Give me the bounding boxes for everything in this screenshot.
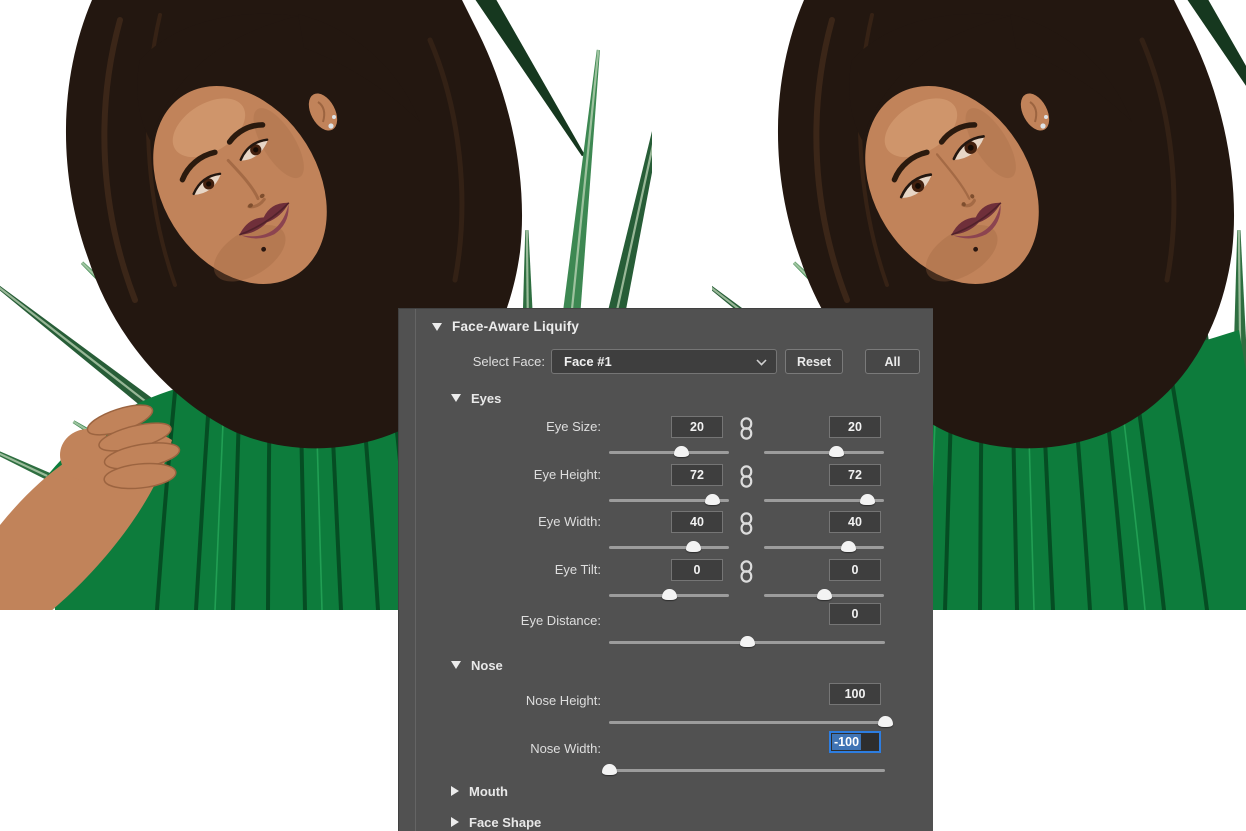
eye-width-row: Eye Width: 40 40 xyxy=(399,511,934,559)
eye-size-right-input[interactable]: 20 xyxy=(829,416,881,438)
eye-tilt-label: Eye Tilt: xyxy=(399,562,601,577)
mouth-triangle-icon xyxy=(451,786,459,796)
slider-track xyxy=(609,546,729,549)
eye-size-label: Eye Size: xyxy=(399,419,601,434)
eye-size-right-slider[interactable] xyxy=(764,446,884,458)
eye-distance-slider[interactable] xyxy=(609,636,885,648)
value-text: 0 xyxy=(852,563,859,577)
link-icon[interactable] xyxy=(740,560,753,583)
eye-distance-input[interactable]: 0 xyxy=(829,603,881,625)
slider-track xyxy=(764,546,884,549)
section-mouth[interactable]: Mouth xyxy=(451,782,508,800)
slider-track xyxy=(609,451,729,454)
slider-thumb[interactable] xyxy=(674,446,689,457)
nose-width-input[interactable]: -100 xyxy=(829,731,881,753)
value-text: 40 xyxy=(848,515,862,529)
nose-height-input[interactable]: 100 xyxy=(829,683,881,705)
slider-thumb[interactable] xyxy=(878,716,893,727)
eye-height-label: Eye Height: xyxy=(399,467,601,482)
value-text: 20 xyxy=(690,420,704,434)
eye-distance-label: Eye Distance: xyxy=(399,613,601,628)
link-icon[interactable] xyxy=(740,512,753,535)
nose-width-label: Nose Width: xyxy=(399,741,601,756)
link-icon[interactable] xyxy=(740,417,753,440)
slider-track xyxy=(764,451,884,454)
value-text: 0 xyxy=(852,607,859,621)
slider-thumb[interactable] xyxy=(705,494,720,505)
value-text: 72 xyxy=(690,468,704,482)
eye-size-row: Eye Size: 20 20 xyxy=(399,416,934,464)
eye-height-right-slider[interactable] xyxy=(764,494,884,506)
select-face-row: Select Face: Face #1 Reset All xyxy=(399,349,934,375)
eye-width-label: Eye Width: xyxy=(399,514,601,529)
slider-track xyxy=(609,721,885,724)
eye-width-right-slider[interactable] xyxy=(764,541,884,553)
face-select-dropdown[interactable]: Face #1 xyxy=(551,349,777,374)
eye-height-right-input[interactable]: 72 xyxy=(829,464,881,486)
value-text: 40 xyxy=(690,515,704,529)
collapse-triangle-icon xyxy=(432,323,442,331)
nose-width-slider[interactable] xyxy=(609,764,885,776)
value-text: 100 xyxy=(845,687,866,701)
eye-height-left-input[interactable]: 72 xyxy=(671,464,723,486)
eye-size-left-input[interactable]: 20 xyxy=(671,416,723,438)
face-shape-triangle-icon xyxy=(451,817,459,827)
link-icon[interactable] xyxy=(740,465,753,488)
nose-height-row: Nose Height: 100 xyxy=(399,683,934,731)
screenshot-root: { "panel": { "title": "Face-Aware Liquif… xyxy=(0,0,1246,831)
slider-thumb[interactable] xyxy=(662,589,677,600)
nose-triangle-icon xyxy=(451,661,461,669)
eye-tilt-left-slider[interactable] xyxy=(609,589,729,601)
eye-tilt-left-input[interactable]: 0 xyxy=(671,559,723,581)
value-text: 0 xyxy=(694,563,701,577)
section-face-shape[interactable]: Face Shape xyxy=(451,813,541,831)
eye-width-left-slider[interactable] xyxy=(609,541,729,553)
value-text: 20 xyxy=(848,420,862,434)
eye-size-left-slider[interactable] xyxy=(609,446,729,458)
eyes-triangle-icon xyxy=(451,394,461,402)
slider-thumb[interactable] xyxy=(817,589,832,600)
nose-height-slider[interactable] xyxy=(609,716,885,728)
section-eyes[interactable]: Eyes xyxy=(451,389,501,407)
nose-height-label: Nose Height: xyxy=(399,693,601,708)
eye-distance-row: Eye Distance: 0 xyxy=(399,603,934,651)
slider-thumb[interactable] xyxy=(860,494,875,505)
select-face-label: Select Face: xyxy=(399,354,545,369)
face-select-value: Face #1 xyxy=(552,354,612,369)
section-mouth-label: Mouth xyxy=(469,784,508,799)
slider-thumb[interactable] xyxy=(829,446,844,457)
slider-thumb[interactable] xyxy=(686,541,701,552)
all-button[interactable]: All xyxy=(865,349,920,374)
section-face-shape-label: Face Shape xyxy=(469,815,541,830)
panel-header[interactable]: Face-Aware Liquify xyxy=(432,319,579,334)
value-text: 72 xyxy=(848,468,862,482)
eye-tilt-right-input[interactable]: 0 xyxy=(829,559,881,581)
slider-thumb[interactable] xyxy=(841,541,856,552)
section-nose[interactable]: Nose xyxy=(451,656,503,674)
slider-track xyxy=(609,769,885,772)
section-nose-label: Nose xyxy=(471,658,503,673)
face-aware-liquify-panel: Face-Aware Liquify Select Face: Face #1 … xyxy=(398,308,933,831)
eye-width-left-input[interactable]: 40 xyxy=(671,511,723,533)
slider-thumb[interactable] xyxy=(602,764,617,775)
reset-button[interactable]: Reset xyxy=(785,349,843,374)
eye-tilt-right-slider[interactable] xyxy=(764,589,884,601)
selected-value-text: -100 xyxy=(832,734,861,750)
eye-height-left-slider[interactable] xyxy=(609,494,729,506)
section-eyes-label: Eyes xyxy=(471,391,501,406)
eye-width-right-input[interactable]: 40 xyxy=(829,511,881,533)
panel-title: Face-Aware Liquify xyxy=(452,319,579,334)
chevron-down-icon xyxy=(756,359,767,366)
nose-width-row: Nose Width: -100 xyxy=(399,731,934,779)
eye-height-row: Eye Height: 72 72 xyxy=(399,464,934,512)
slider-thumb[interactable] xyxy=(740,636,755,647)
eye-tilt-row: Eye Tilt: 0 0 xyxy=(399,559,934,607)
